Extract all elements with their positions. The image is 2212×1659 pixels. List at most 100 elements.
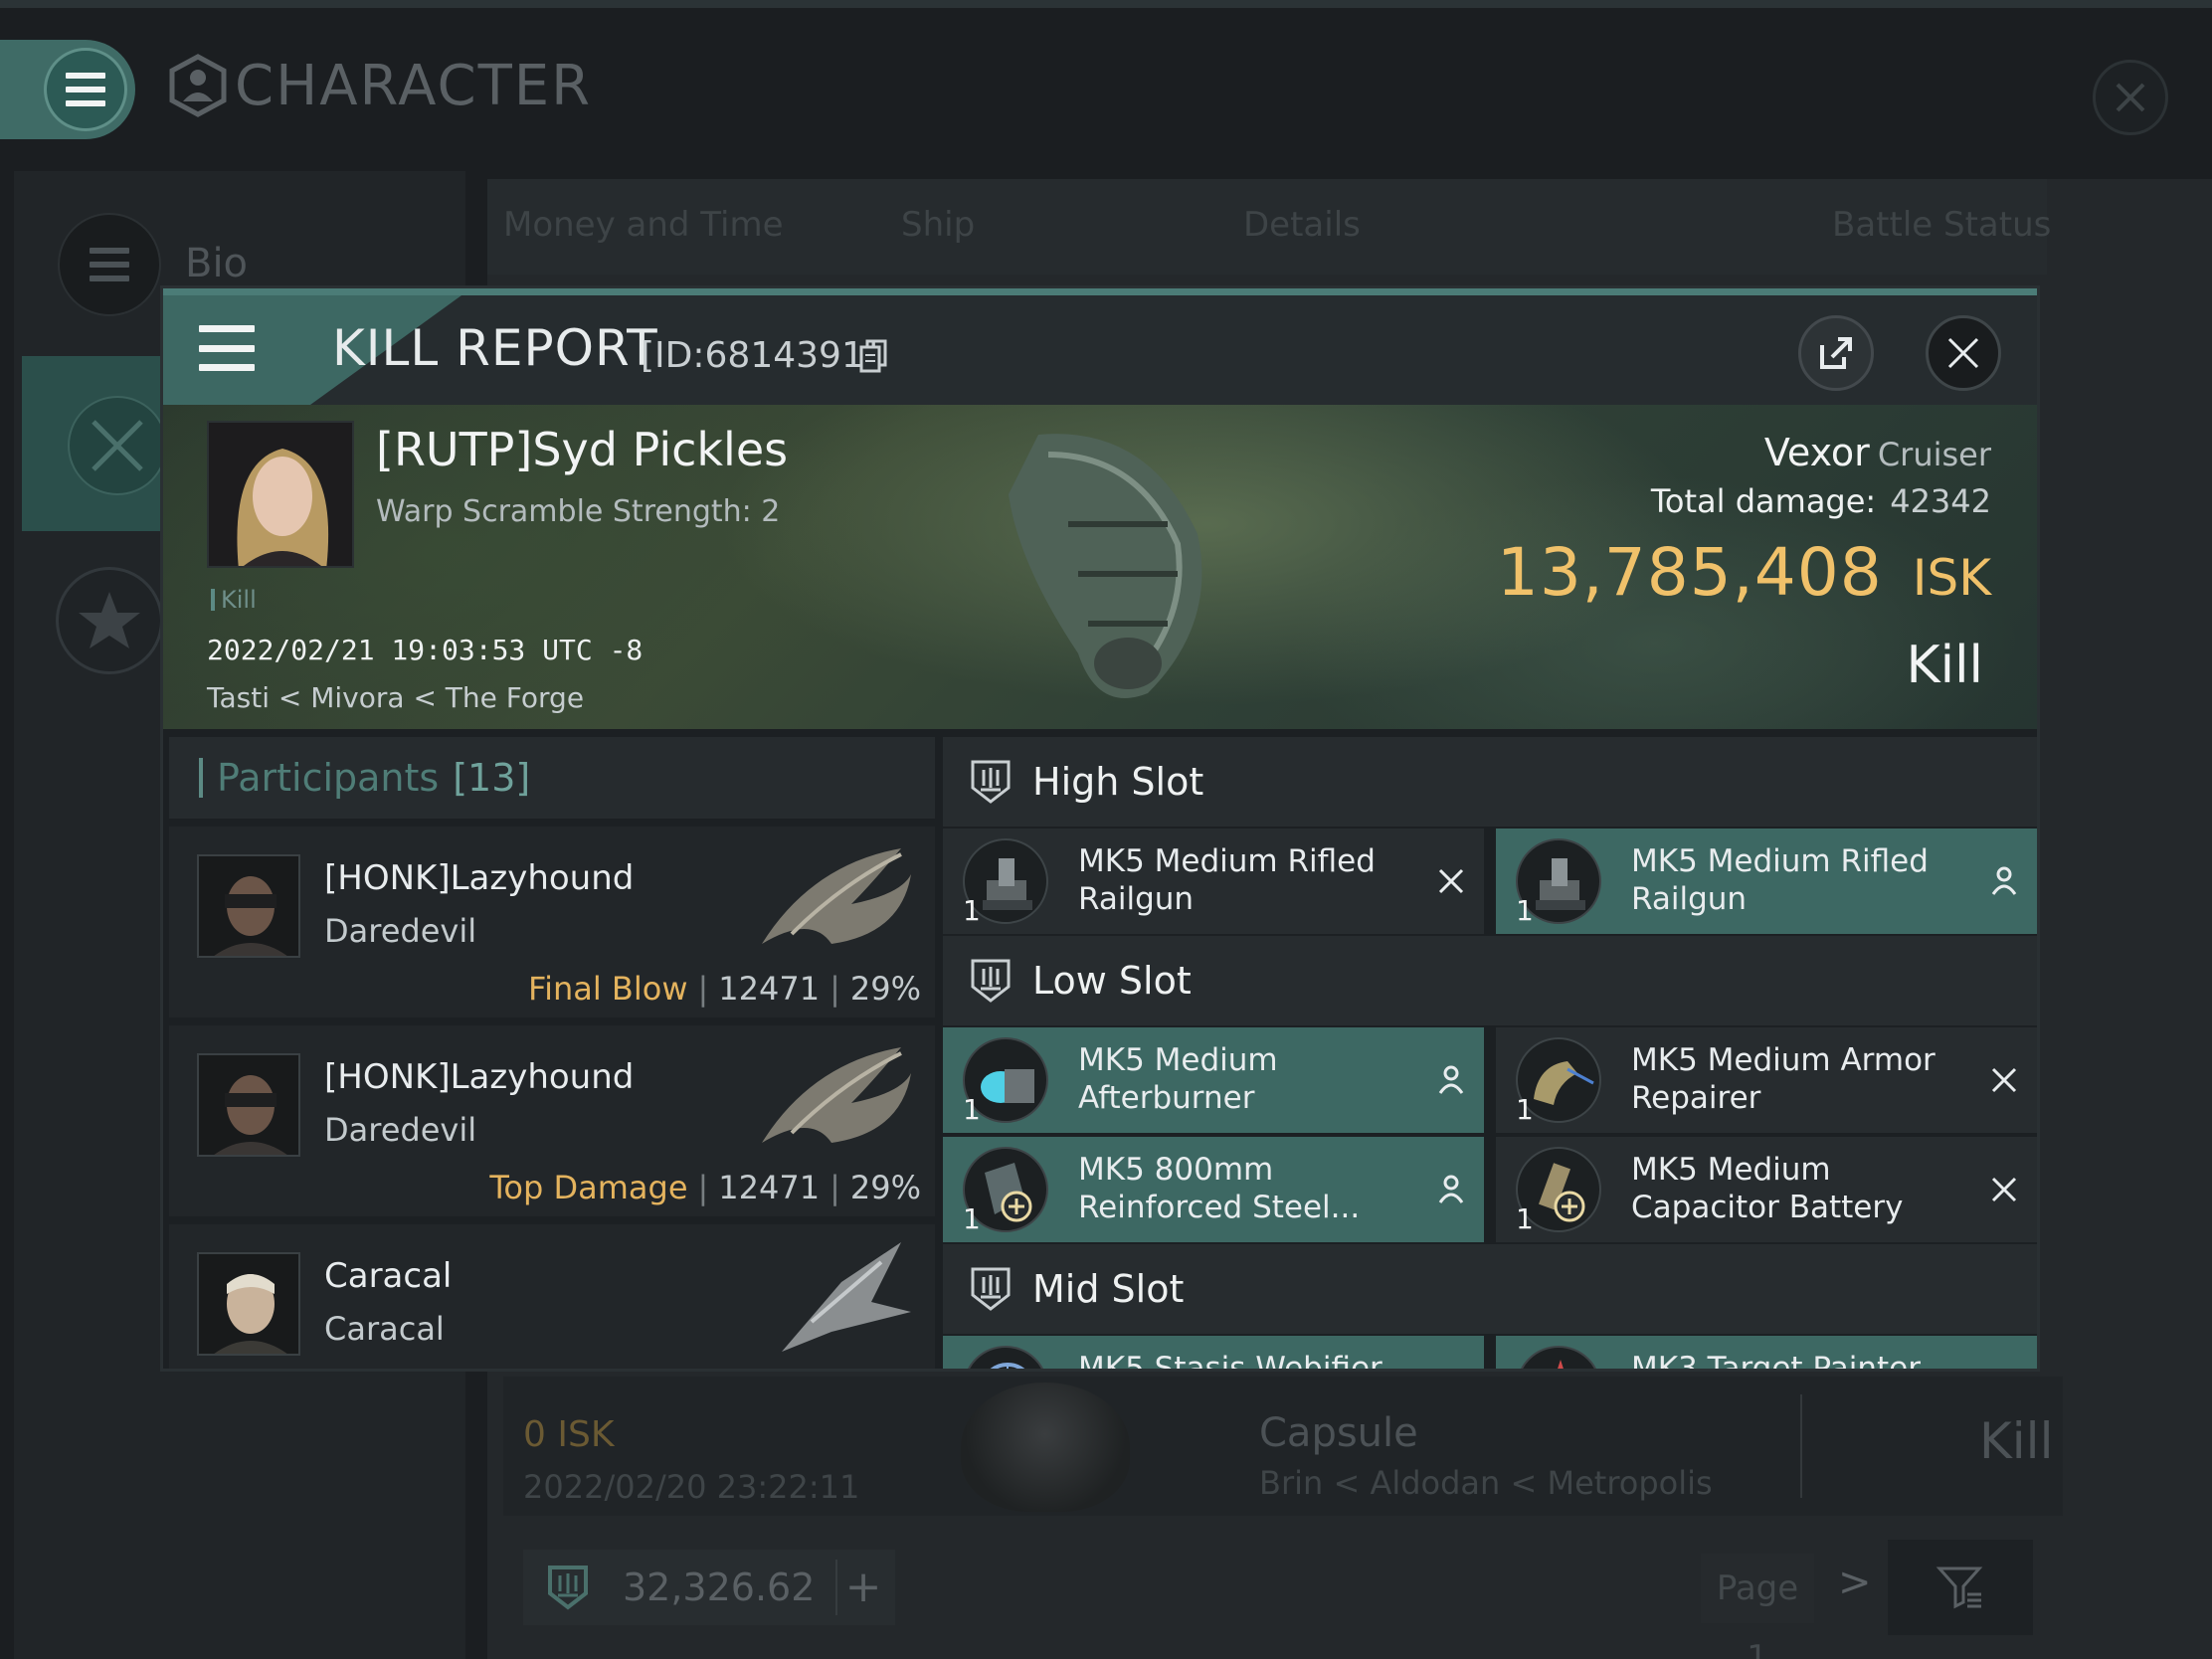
dialog-close-button[interactable] bbox=[1926, 315, 2001, 391]
slot-label: Mid Slot bbox=[1032, 1267, 1185, 1311]
crossed-swords-icon bbox=[68, 396, 167, 495]
participant-name: Caracal bbox=[324, 1256, 453, 1296]
wallet-balance: 32,326.62 + bbox=[523, 1550, 895, 1625]
fitted-item[interactable]: 1 MK5 800mm Reinforced Steel... bbox=[943, 1137, 1484, 1242]
close-icon bbox=[2116, 83, 2145, 112]
isk-unit: ISK bbox=[1912, 549, 1991, 607]
kill-datetime: 2022/02/21 19:03:53 UTC -8 bbox=[207, 634, 644, 666]
participants-label: Participants bbox=[217, 756, 440, 800]
sidebar-item-combat[interactable] bbox=[22, 356, 169, 531]
star-icon bbox=[79, 592, 140, 648]
kill-result: Kill bbox=[1906, 636, 1983, 695]
dropped-icon bbox=[1991, 866, 2017, 895]
participant-ship: Daredevil bbox=[324, 912, 477, 950]
item-name: MK5 Medium Rifled Railgun bbox=[1078, 843, 1376, 917]
row-date: 2022/02/20 23:22:11 bbox=[523, 1468, 860, 1506]
dialog-header: KILL REPORT [ID:6814391] bbox=[163, 295, 2037, 405]
wallet-amount: 32,326.62 bbox=[623, 1566, 816, 1609]
item-name: MK5 800mm Reinforced Steel... bbox=[1078, 1152, 1361, 1225]
item-quantity: 1 bbox=[963, 894, 981, 927]
slot-icon bbox=[971, 760, 1011, 804]
copy-icon[interactable] bbox=[859, 339, 887, 373]
victim-avatar[interactable] bbox=[207, 421, 354, 568]
fitted-item[interactable]: 1 MK5 Medium Afterburner bbox=[943, 1027, 1484, 1133]
sidebar-item-label: Bio bbox=[185, 241, 249, 286]
menu-icon bbox=[58, 213, 161, 316]
participant-row[interactable]: Caracal Caracal bbox=[169, 1224, 935, 1369]
page-title-text: CHARACTER bbox=[235, 53, 593, 118]
main-menu-button[interactable] bbox=[0, 40, 135, 139]
next-page-button[interactable]: > bbox=[1838, 1560, 1872, 1605]
participant-name: [HONK]Lazyhound bbox=[324, 1057, 635, 1097]
participants-panel: Participants [13] [HONK]Lazyhound Daredev… bbox=[169, 737, 935, 1369]
participant-row[interactable]: [HONK]Lazyhound Daredevil Final Blow | 124… bbox=[169, 827, 935, 1017]
participants-header: Participants [13] bbox=[169, 737, 935, 819]
row-result: Kill bbox=[1979, 1412, 2054, 1470]
item-name: MK5 Medium Rifled Railgun bbox=[1631, 843, 1929, 917]
slot-icon bbox=[971, 1267, 1011, 1311]
fitting-slots: High Slot 1 MK5 Medium Rifled Railgun 1 … bbox=[943, 737, 2037, 1369]
destroyed-icon bbox=[1438, 868, 1464, 894]
participant-damage: 12471 bbox=[718, 1169, 821, 1206]
participant-stats: Top Damage | 12471 | 29% bbox=[489, 1169, 921, 1206]
window-close-button[interactable] bbox=[2093, 60, 2168, 135]
slot-label: High Slot bbox=[1032, 760, 1204, 804]
total-damage: Total damage: 42342 bbox=[1651, 482, 1991, 520]
tab-money-and-time[interactable]: Money and Time bbox=[503, 205, 784, 245]
isk-value: 13,785,408 ISK bbox=[1497, 534, 1991, 611]
kill-type-tag: Kill bbox=[211, 586, 257, 614]
participant-stats: Final Blow | 12471 | 29% bbox=[528, 970, 921, 1008]
menu-icon bbox=[44, 48, 127, 131]
fitted-item[interactable]: 1 MK5 Medium Capacitor Battery bbox=[1496, 1137, 2037, 1242]
item-name: MK5 Medium Armor Repairer bbox=[1631, 1042, 1936, 1116]
participant-ship: Caracal bbox=[324, 1310, 445, 1348]
victim-name[interactable]: [RUTP]Syd Pickles bbox=[376, 423, 788, 476]
share-icon bbox=[1820, 337, 1852, 369]
tab-ship[interactable]: Ship bbox=[901, 205, 975, 245]
kill-location: Tasti < Mivora < The Forge bbox=[207, 681, 585, 714]
kill-type-label: Kill bbox=[221, 586, 257, 614]
victim-ship-image bbox=[1009, 434, 1202, 698]
fitted-item[interactable]: 1 MK5 Medium Rifled Railgun bbox=[943, 829, 1484, 934]
participant-name: [HONK]Lazyhound bbox=[324, 858, 635, 898]
divider bbox=[1800, 1394, 1802, 1498]
fitted-item[interactable]: 1 MK5 Medium Armor Repairer bbox=[1496, 1027, 2037, 1133]
capsule-image bbox=[961, 1382, 1130, 1512]
participant-tag: Final Blow bbox=[528, 970, 688, 1008]
participant-row[interactable]: [HONK]Lazyhound Daredevil Top Damage | 124… bbox=[169, 1025, 935, 1216]
kill-id: [ID:6814391] bbox=[641, 335, 878, 376]
close-icon bbox=[1947, 337, 1979, 369]
menu-icon[interactable] bbox=[199, 325, 255, 371]
participant-ship-image bbox=[762, 848, 911, 944]
stasis-webifier-icon bbox=[963, 1346, 1048, 1369]
slot-icon bbox=[971, 959, 1011, 1003]
fitted-item[interactable]: 1 MK5 Stasis Webifier bbox=[943, 1336, 1484, 1369]
fitted-item[interactable]: 1 MK3 Target Painter bbox=[1496, 1336, 2037, 1369]
bottom-bar: 32,326.62 + Page 1 > bbox=[503, 1540, 2063, 1659]
share-button[interactable] bbox=[1798, 315, 1874, 391]
fitted-item[interactable]: 1 MK5 Medium Rifled Railgun bbox=[1496, 829, 2037, 934]
item-quantity: 1 bbox=[963, 1202, 981, 1235]
total-damage-label: Total damage: bbox=[1650, 482, 1877, 520]
kill-list-row[interactable]: 0 ISK 2022/02/20 23:22:11 Capsule Brin <… bbox=[503, 1377, 2063, 1516]
participant-avatar bbox=[197, 1053, 300, 1157]
destroyed-icon bbox=[1991, 1177, 2017, 1202]
add-funds-button[interactable]: + bbox=[835, 1560, 889, 1615]
participant-tag: Top Damage bbox=[489, 1169, 688, 1206]
warp-scramble-strength: Warp Scramble Strength: 2 bbox=[376, 494, 781, 529]
sidebar-item-star[interactable] bbox=[56, 567, 163, 674]
kill-report-dialog: KILL REPORT [ID:6814391] [RUTP]Syd Pickl… bbox=[163, 288, 2037, 1369]
total-damage-value: 42342 bbox=[1890, 482, 1991, 520]
isk-amount: 13,785,408 bbox=[1496, 534, 1883, 611]
tab-details[interactable]: Details bbox=[1243, 205, 1361, 245]
ship-name[interactable]: Vexor bbox=[1764, 431, 1870, 474]
tab-battle-status[interactable]: Battle Status bbox=[1832, 205, 2051, 245]
filter-button[interactable] bbox=[1888, 1540, 2033, 1635]
top-strip bbox=[0, 0, 2212, 8]
dropped-icon bbox=[1438, 1175, 1464, 1203]
victim-ship: Vexor Cruiser bbox=[1764, 431, 1991, 474]
page-indicator: Page 1 bbox=[1701, 1554, 1814, 1659]
dialog-title: KILL REPORT bbox=[332, 319, 658, 377]
row-isk: 0 ISK bbox=[523, 1414, 615, 1455]
target-painter-icon bbox=[1516, 1346, 1601, 1369]
